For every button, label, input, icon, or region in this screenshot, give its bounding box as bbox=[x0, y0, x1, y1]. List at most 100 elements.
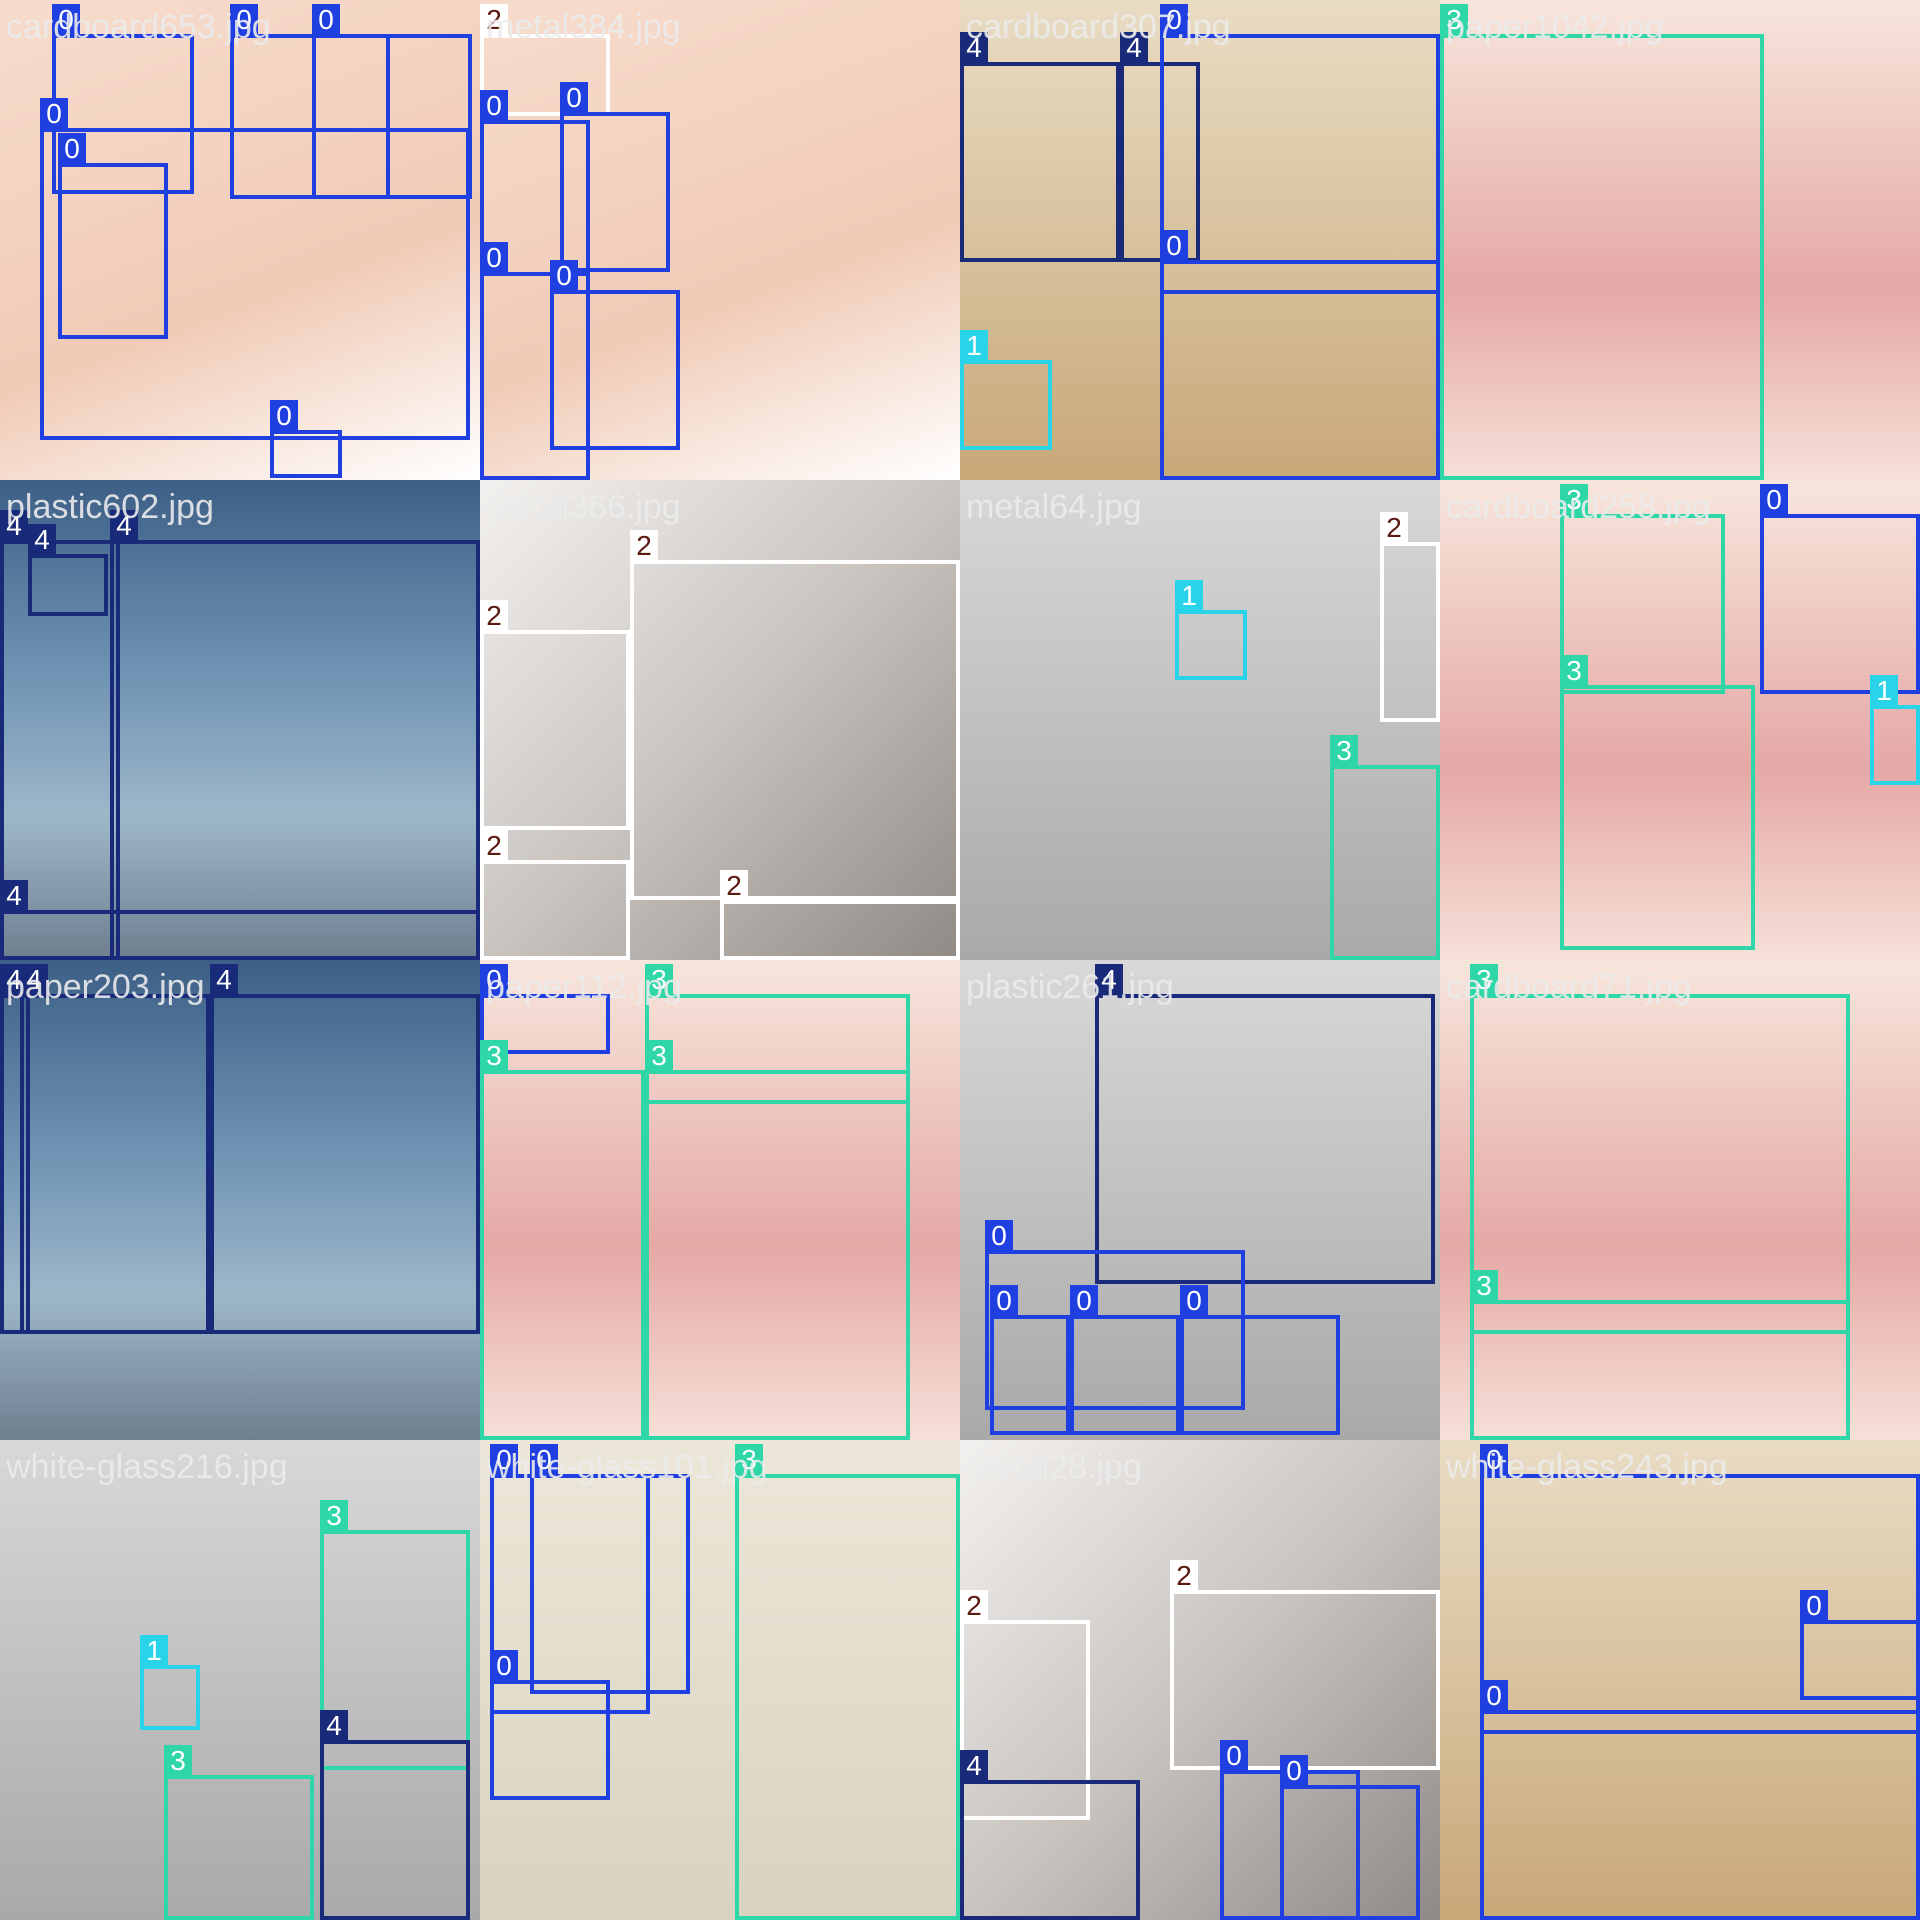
mosaic-tile: metal64.jpg 1 2 3 bbox=[960, 480, 1440, 960]
detection-box: 0 bbox=[1180, 1285, 1340, 1435]
detection-box: 3 bbox=[480, 1040, 645, 1440]
detection-box: 0 bbox=[1070, 1285, 1180, 1435]
mosaic-tile: metal384.jpg 2 0 0 0 0 bbox=[480, 0, 960, 480]
mosaic-tile: white-glass101.jpg 0 0 0 3 bbox=[480, 1440, 960, 1920]
detection-box: 0 bbox=[1160, 4, 1440, 294]
detection-class-label: 2 bbox=[1170, 1560, 1198, 1592]
detection-class-label: 3 bbox=[735, 1444, 763, 1476]
detection-class-label: 4 bbox=[960, 1750, 988, 1782]
mosaic-tile: cardboard307.jpg 4 4 0 0 1 bbox=[960, 0, 1440, 480]
detection-box: 0 bbox=[550, 260, 680, 450]
mosaic-tile: cardboard653.jpg 0 0 0 0 0 0 bbox=[0, 0, 480, 480]
detection-class-label: 0 bbox=[985, 1220, 1013, 1252]
mosaic-tile: plastic261.jpg 4 0 0 0 0 bbox=[960, 960, 1440, 1440]
detection-class-label: 2 bbox=[480, 830, 508, 862]
detection-class-label: 1 bbox=[1175, 580, 1203, 612]
detection-box: 4 bbox=[960, 32, 1120, 262]
detection-box: 3 bbox=[1470, 1270, 1850, 1440]
detection-box: 2 bbox=[630, 530, 960, 900]
detection-class-label: 0 bbox=[1800, 1590, 1828, 1622]
detection-class-label: 0 bbox=[1160, 4, 1188, 36]
detection-class-label: 0 bbox=[490, 1650, 518, 1682]
detection-box: 0 bbox=[990, 1285, 1070, 1435]
detection-box: 1 bbox=[1870, 675, 1920, 785]
detection-class-label: 0 bbox=[550, 260, 578, 292]
detection-box: 0 bbox=[1800, 1590, 1920, 1700]
detection-class-label: 2 bbox=[480, 600, 508, 632]
detection-class-label: 4 bbox=[210, 964, 238, 996]
detection-class-label: 0 bbox=[1760, 484, 1788, 516]
detection-box: 4 bbox=[320, 1710, 470, 1920]
mosaic-tile: cardboard258.jpg 3 0 3 1 bbox=[1440, 480, 1920, 960]
detection-class-label: 2 bbox=[960, 1590, 988, 1622]
detection-class-label: 3 bbox=[1440, 4, 1468, 36]
detection-class-label: 3 bbox=[320, 1500, 348, 1532]
detection-class-label: 3 bbox=[480, 1040, 508, 1072]
detection-class-label: 0 bbox=[1480, 1680, 1508, 1712]
mosaic-tile: white-glass216.jpg 1 3 3 4 bbox=[0, 1440, 480, 1920]
detection-box: 0 bbox=[1280, 1755, 1420, 1920]
detection-box: 2 bbox=[480, 600, 630, 830]
detection-box: 3 bbox=[645, 1040, 910, 1440]
mosaic-tile: metal28.jpg 2 2 4 0 0 bbox=[960, 1440, 1440, 1920]
detection-class-label: 2 bbox=[480, 4, 508, 36]
mosaic-tile: white-glass243.jpg 0 0 0 bbox=[1440, 1440, 1920, 1920]
mosaic-tile: metal366.jpg 2 2 2 2 bbox=[480, 480, 960, 960]
detection-class-label: 0 bbox=[480, 242, 508, 274]
detection-class-label: 1 bbox=[140, 1635, 168, 1667]
detection-box: 4 bbox=[960, 1750, 1140, 1920]
detection-class-label: 2 bbox=[1380, 512, 1408, 544]
detection-class-label: 0 bbox=[1280, 1755, 1308, 1787]
detection-class-label: 0 bbox=[52, 4, 80, 36]
detection-class-label: 0 bbox=[480, 964, 508, 996]
detection-class-label: 0 bbox=[40, 98, 68, 130]
mosaic-tile: paper1042.jpg 3 bbox=[1440, 0, 1920, 480]
detection-class-label: 4 bbox=[110, 510, 138, 542]
detection-class-label: 0 bbox=[312, 4, 340, 36]
detection-box: 3 bbox=[1330, 735, 1440, 960]
detection-class-label: 1 bbox=[1870, 675, 1898, 707]
detection-class-label: 4 bbox=[0, 510, 28, 542]
detection-class-label: 0 bbox=[1180, 1285, 1208, 1317]
detection-mosaic: cardboard653.jpg 0 0 0 0 0 0 metal384.jpg 2 0 0 0 0 c… bbox=[0, 0, 1920, 1920]
detection-class-label: 0 bbox=[560, 82, 588, 114]
detection-box: 1 bbox=[140, 1635, 200, 1730]
mosaic-tile: plastic602.jpg 4 4 4 4 bbox=[0, 480, 480, 960]
detection-box: 0 bbox=[58, 133, 168, 339]
mosaic-tile: cardboard71.jpg 3 3 bbox=[1440, 960, 1920, 1440]
detection-class-label: 0 bbox=[530, 1444, 558, 1476]
detection-class-label: 3 bbox=[1470, 964, 1498, 996]
detection-class-label: 0 bbox=[1070, 1285, 1098, 1317]
detection-class-label: 0 bbox=[58, 133, 86, 165]
detection-class-label: 4 bbox=[28, 524, 56, 556]
detection-class-label: 1 bbox=[960, 330, 988, 362]
detection-box: 4 bbox=[1095, 964, 1435, 1284]
detection-box: 2 bbox=[1170, 1560, 1440, 1770]
detection-box: 4 bbox=[20, 964, 210, 1334]
detection-class-label: 3 bbox=[1560, 655, 1588, 687]
detection-box: 1 bbox=[960, 330, 1052, 450]
detection-class-label: 4 bbox=[1120, 32, 1148, 64]
detection-box: 4 bbox=[28, 524, 108, 616]
detection-box: 2 bbox=[720, 870, 960, 960]
detection-class-label: 2 bbox=[630, 530, 658, 562]
detection-class-label: 0 bbox=[1160, 230, 1188, 262]
mosaic-tile: paper112.jpg 0 3 3 3 bbox=[480, 960, 960, 1440]
detection-box: 1 bbox=[1175, 580, 1247, 680]
detection-box: 0 bbox=[560, 82, 670, 272]
detection-box: 3 bbox=[164, 1745, 314, 1920]
detection-class-label: 2 bbox=[720, 870, 748, 902]
detection-class-label: 3 bbox=[1560, 484, 1588, 516]
detection-box: 2 bbox=[1380, 512, 1440, 722]
detection-class-label: 0 bbox=[480, 90, 508, 122]
mosaic-tile: paper203.jpg 4 4 4 bbox=[0, 960, 480, 1440]
detection-box: 0 bbox=[490, 1650, 610, 1800]
detection-class-label: 0 bbox=[490, 1444, 518, 1476]
detection-class-label: 0 bbox=[990, 1285, 1018, 1317]
detection-class-label: 4 bbox=[320, 1710, 348, 1742]
detection-box: 0 bbox=[1760, 484, 1920, 694]
detection-box: 3 bbox=[1560, 655, 1755, 950]
detection-box: 0 bbox=[270, 400, 342, 478]
detection-box: 3 bbox=[735, 1444, 960, 1920]
detection-class-label: 0 bbox=[1220, 1740, 1248, 1772]
